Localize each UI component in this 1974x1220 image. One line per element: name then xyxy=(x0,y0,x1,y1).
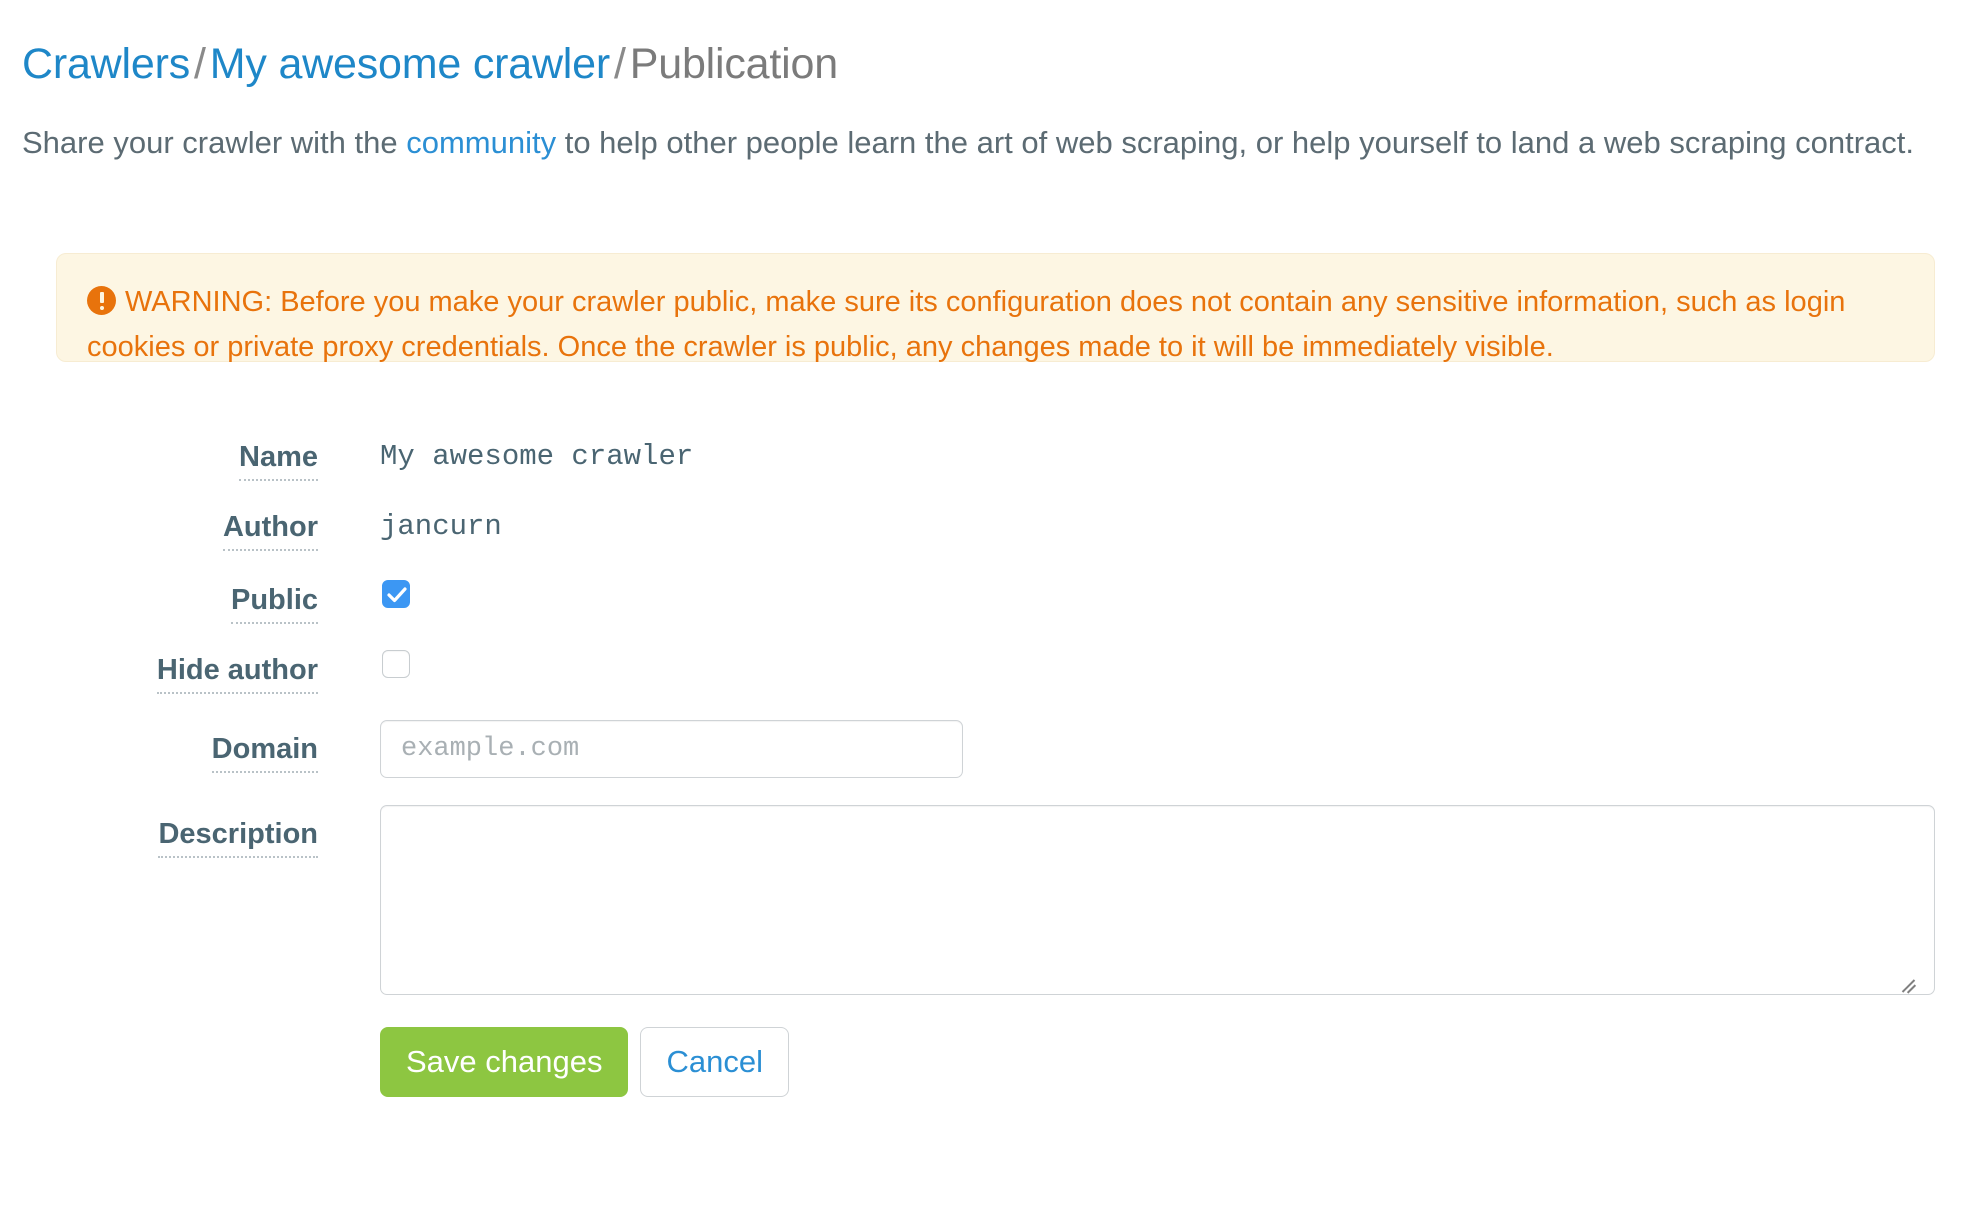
form-row-name: Name My awesome crawler xyxy=(0,440,1974,510)
intro-text-part2: to help other people learn the art of we… xyxy=(556,125,1915,160)
hide-author-checkbox[interactable] xyxy=(382,650,410,678)
breadcrumb-link-crawler-name[interactable]: My awesome crawler xyxy=(210,40,610,88)
community-link[interactable]: community xyxy=(406,125,556,160)
form-row-public: Public xyxy=(0,580,1974,650)
breadcrumb-separator-1: / xyxy=(194,39,206,88)
breadcrumb-separator-2: / xyxy=(614,39,626,88)
exclamation-circle-icon xyxy=(87,286,116,315)
warning-text-container: WARNING: Before you make your crawler pu… xyxy=(87,280,1904,370)
description-textarea[interactable] xyxy=(380,805,1935,995)
form-row-domain: Domain xyxy=(0,720,1974,805)
label-name: Name xyxy=(118,440,318,481)
form-row-hide-author: Hide author xyxy=(0,650,1974,720)
save-changes-button[interactable]: Save changes xyxy=(380,1027,629,1097)
value-author: jancurn xyxy=(380,510,502,543)
intro-paragraph: Share your crawler with the community to… xyxy=(22,117,1922,168)
warning-message: WARNING: Before you make your crawler pu… xyxy=(87,286,1846,363)
page-title: Publication xyxy=(629,39,838,88)
cancel-button[interactable]: Cancel xyxy=(640,1027,789,1097)
label-hide-author: Hide author xyxy=(0,653,318,694)
value-name: My awesome crawler xyxy=(380,440,694,473)
label-description: Description xyxy=(28,817,318,858)
public-checkbox[interactable] xyxy=(382,580,410,608)
checkmark-icon xyxy=(387,587,407,603)
form-row-author: Author jancurn xyxy=(0,510,1974,580)
publication-page: Crawlers/My awesome crawler/Publication … xyxy=(0,0,1974,1220)
label-public: Public xyxy=(118,583,318,624)
form-row-description: Description xyxy=(0,805,1974,1027)
warning-panel: WARNING: Before you make your crawler pu… xyxy=(56,253,1935,363)
breadcrumb-link-crawlers[interactable]: Crawlers xyxy=(22,40,190,88)
form-actions: Save changes Cancel xyxy=(380,1027,1974,1097)
label-author: Author xyxy=(118,510,318,551)
domain-input[interactable] xyxy=(380,720,963,778)
publication-form: Name My awesome crawler Author jancurn P… xyxy=(0,440,1974,1097)
breadcrumb: Crawlers/My awesome crawler/Publication xyxy=(22,39,838,89)
intro-text-part1: Share your crawler with the xyxy=(22,125,407,160)
label-domain: Domain xyxy=(118,732,318,773)
